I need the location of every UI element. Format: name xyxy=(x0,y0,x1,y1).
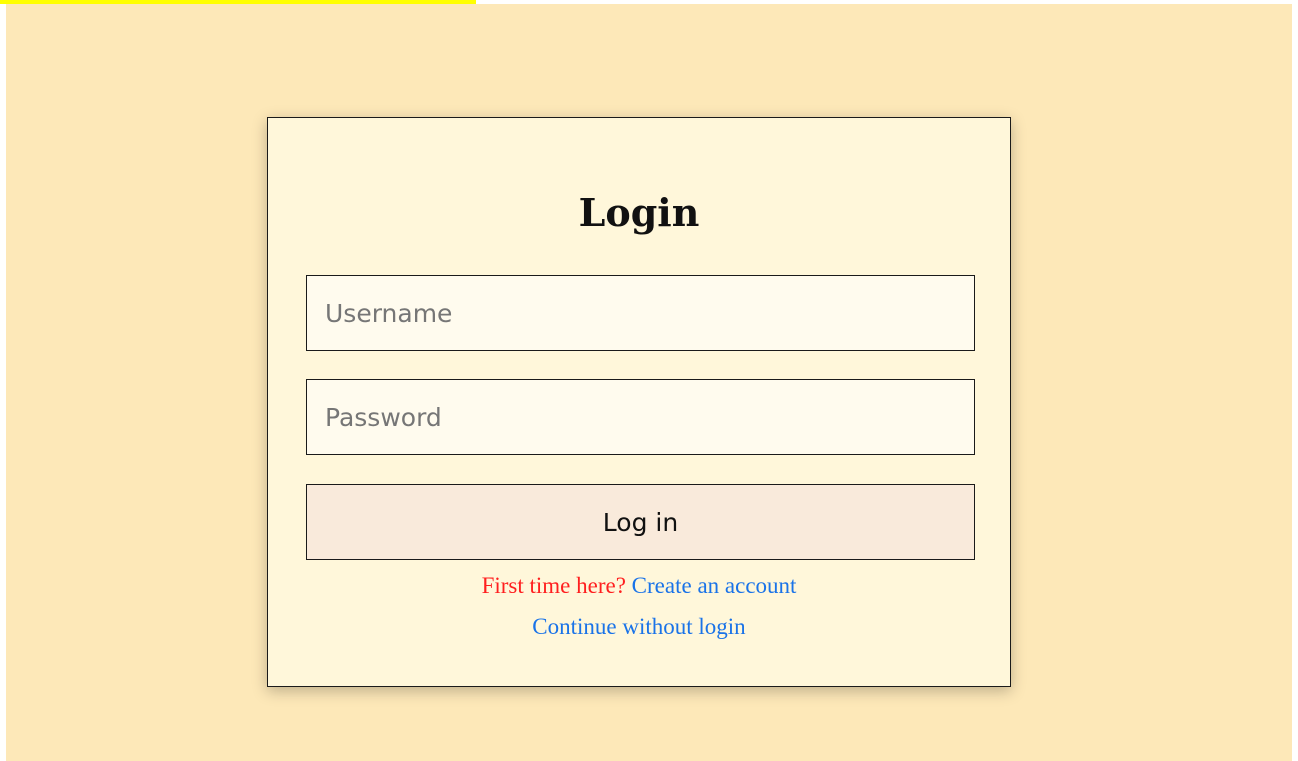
username-input[interactable] xyxy=(306,275,975,351)
login-button[interactable]: Log in xyxy=(306,484,975,560)
login-page: Login Log in First time here? Create an … xyxy=(6,4,1292,761)
signup-line: First time here? Create an account xyxy=(268,571,1010,601)
login-card: Login Log in First time here? Create an … xyxy=(267,117,1011,687)
signup-prompt: First time here? xyxy=(481,573,626,598)
create-account-link[interactable]: Create an account xyxy=(632,573,797,598)
password-input[interactable] xyxy=(306,379,975,455)
login-title: Login xyxy=(578,190,700,235)
guest-line: Continue without login xyxy=(268,612,1010,642)
continue-without-login-link[interactable]: Continue without login xyxy=(532,614,745,639)
